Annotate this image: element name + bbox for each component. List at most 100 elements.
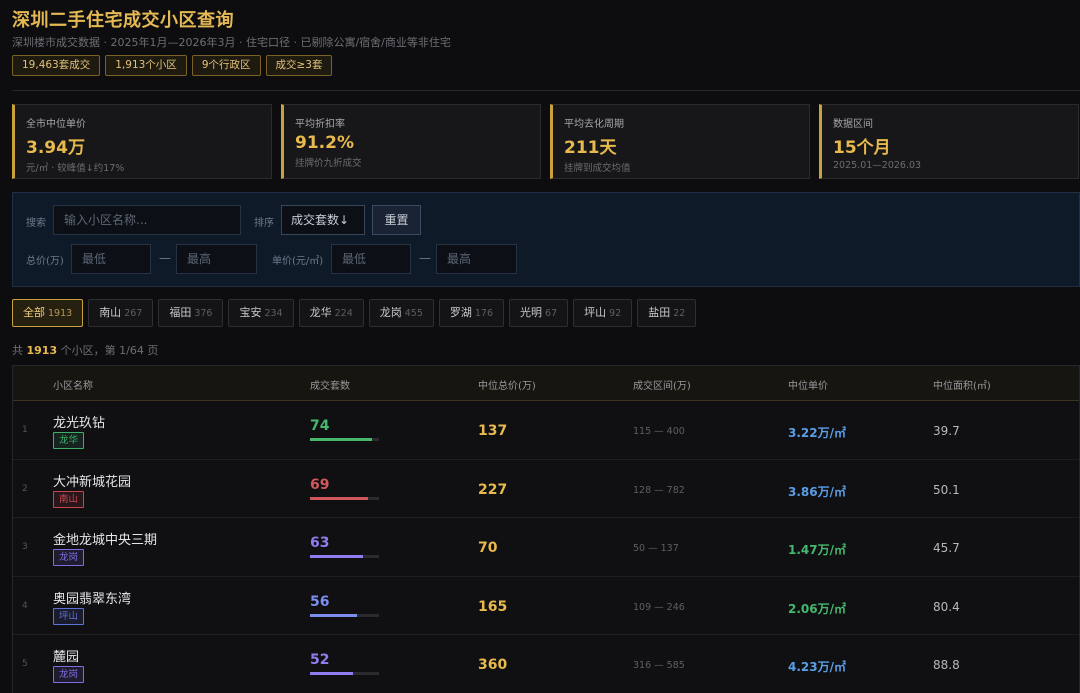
tab-pingshan[interactable]: 坪山 92 — [573, 299, 633, 327]
unit-max-input[interactable]: 最高 — [436, 244, 517, 274]
count-bar — [310, 613, 379, 617]
table-row[interactable]: 3 金地龙城中央三期 龙岗 63 70 50 — 137 1.47万/㎡ 45.7 — [13, 518, 1079, 577]
tab-label: 坪山 — [584, 306, 607, 319]
header-area[interactable]: 中位面积(㎡) — [933, 377, 991, 392]
tab-count: 455 — [404, 308, 423, 319]
header-price-range[interactable]: 成交区间(万) — [633, 377, 691, 392]
range-dash: — — [419, 251, 431, 265]
table-row[interactable]: 2 大冲新城花园 南山 69 227 128 — 782 3.86万/㎡ 50.1 — [13, 460, 1079, 518]
summary-suffix: 个小区，第 1/64 页 — [57, 344, 159, 357]
median-area: 45.7 — [933, 541, 960, 555]
median-area: 50.1 — [933, 482, 960, 497]
median-unit-price: 1.47万/㎡ — [788, 543, 846, 557]
tab-count: 67 — [545, 308, 558, 319]
tab-label: 宝安 — [239, 306, 262, 319]
tab-yantian[interactable]: 盐田 22 — [637, 299, 697, 327]
reset-button[interactable]: 重置 — [372, 205, 421, 235]
stat-sub: 2025.01—2026.03 — [833, 160, 922, 171]
stat-sub: 挂牌价九折成交 — [295, 158, 362, 169]
median-total-price: 165 — [478, 598, 508, 615]
tab-guangming[interactable]: 光明 67 — [509, 299, 569, 327]
row-index: 3 — [22, 542, 28, 552]
search-input[interactable]: 输入小区名称... — [53, 205, 241, 235]
count-bar — [310, 496, 379, 500]
stat-value: 211天 — [564, 138, 617, 158]
tab-label: 龙华 — [309, 306, 332, 319]
community-name[interactable]: 麓园 — [53, 646, 79, 665]
median-area: 39.7 — [933, 424, 960, 438]
price-range: 128 — 782 — [633, 484, 685, 496]
count-bar — [310, 555, 379, 558]
filter-panel: 搜索 输入小区名称... 排序 成交套数↓ 重置 总价(万) 最低 — 最高 单… — [12, 192, 1080, 287]
community-name[interactable]: 金地龙城中央三期 — [53, 529, 157, 548]
tab-luohu[interactable]: 罗湖 176 — [438, 299, 505, 327]
transaction-count: 56 — [310, 593, 330, 610]
stat-sub: 挂牌到成交均值 — [564, 163, 631, 174]
median-total-price: 360 — [478, 657, 508, 673]
row-index: 2 — [22, 483, 28, 494]
tab-count: 22 — [673, 308, 686, 319]
stat-label: 平均去化周期 — [564, 119, 624, 130]
median-unit-price: 3.86万/㎡ — [788, 484, 846, 499]
summary-chips: 19,463套成交 1,913个小区 9个行政区 成交≥3套 — [12, 55, 333, 76]
sort-label: 排序 — [254, 218, 274, 229]
count-bar-fill — [310, 496, 368, 500]
tab-count: 224 — [334, 308, 353, 319]
unit-min-input[interactable]: 最低 — [331, 244, 411, 274]
chip-districts: 9个行政区 — [191, 55, 261, 76]
tab-longgang[interactable]: 龙岗 455 — [368, 299, 434, 327]
price-range: 115 — 400 — [633, 426, 685, 437]
tab-all[interactable]: 全部 1913 — [12, 299, 84, 327]
total-max-input[interactable]: 最高 — [176, 244, 257, 274]
total-min-input[interactable]: 最低 — [71, 244, 151, 274]
median-total-price: 70 — [478, 540, 498, 556]
tab-longhua[interactable]: 龙华 224 — [298, 299, 364, 327]
row-index: 4 — [22, 600, 28, 611]
page-title: 深圳二手住宅成交小区查询 — [12, 10, 234, 31]
community-name[interactable]: 龙光玖钻 — [53, 412, 105, 431]
count-bar-fill — [310, 672, 354, 675]
tab-futian[interactable]: 福田 376 — [158, 299, 224, 327]
header-unit-price[interactable]: 中位单价 — [788, 377, 828, 392]
count-bar — [310, 438, 379, 441]
stat-value: 3.94万 — [26, 138, 85, 158]
tab-baoan[interactable]: 宝安 234 — [228, 299, 294, 327]
tab-nanshan[interactable]: 南山 267 — [88, 299, 154, 327]
stat-value: 15个月 — [833, 138, 891, 158]
range-dash: — — [159, 251, 171, 265]
row-index: 1 — [22, 425, 28, 435]
chip-threshold: 成交≥3套 — [265, 55, 333, 76]
divider — [12, 90, 1080, 91]
table-body: 1 龙光玖钻 龙华 74 137 115 — 400 3.22万/㎡ 39.7 2 大冲新城花园南… — [13, 401, 1079, 693]
community-name[interactable]: 奥园翡翠东湾 — [53, 588, 131, 607]
median-area: 80.4 — [933, 599, 960, 614]
median-total-price: 137 — [478, 423, 508, 439]
stat-card-sale-cycle: 平均去化周期 211天 挂牌到成交均值 — [550, 104, 810, 179]
header-total-price[interactable]: 中位总价(万) — [478, 377, 536, 392]
price-range: 316 — 585 — [633, 660, 685, 671]
stat-cards: 全市中位单价 3.94万 元/㎡ · 较峰值↓约17% 平均折扣率 91.2% … — [12, 104, 1079, 179]
district-badge: 南山 — [53, 490, 85, 508]
median-total-price: 227 — [478, 481, 508, 498]
table-row[interactable]: 4 奥园翡翠东湾 坪山 56 165 109 — 246 2.06万/㎡ 80.4 — [13, 577, 1079, 635]
median-unit-price: 3.22万/㎡ — [788, 426, 846, 440]
community-name[interactable]: 大冲新城花园 — [53, 471, 131, 490]
header-count[interactable]: 成交套数 — [310, 377, 350, 392]
tab-label: 全部 — [23, 306, 45, 319]
tab-count: 234 — [264, 308, 283, 319]
sort-select[interactable]: 成交套数↓ — [281, 205, 365, 235]
table-row[interactable]: 1 龙光玖钻 龙华 74 137 115 — 400 3.22万/㎡ 39.7 — [13, 401, 1079, 460]
tab-count: 1913 — [48, 308, 73, 319]
stat-label: 全市中位单价 — [26, 119, 86, 130]
unit-price-label: 单价(元/㎡) — [272, 256, 324, 267]
median-area: 88.8 — [933, 658, 960, 672]
tab-label: 光明 — [520, 306, 543, 319]
table-row[interactable]: 5 麓园 龙岗 52 360 316 — 585 4.23万/㎡ 88.8 — [13, 635, 1079, 693]
count-bar-fill — [310, 438, 373, 441]
tab-count: 176 — [474, 308, 494, 319]
search-label: 搜索 — [26, 218, 46, 229]
stat-label: 数据区间 — [833, 119, 873, 130]
stat-label: 平均折扣率 — [295, 119, 345, 130]
header-name[interactable]: 小区名称 — [53, 377, 93, 392]
count-bar-fill — [310, 555, 364, 558]
